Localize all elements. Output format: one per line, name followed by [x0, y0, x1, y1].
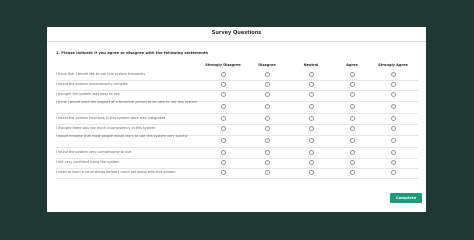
likert-radio[interactable] [349, 125, 355, 131]
statement-label: I felt very confident using the system [56, 160, 120, 164]
row-divider [56, 178, 418, 179]
likert-radio[interactable] [308, 169, 314, 175]
modal-header: Survey Questions [47, 27, 426, 42]
likert-radio[interactable] [349, 137, 355, 143]
row-divider [56, 124, 418, 125]
likert-radio[interactable] [349, 71, 355, 77]
likert-radio[interactable] [390, 71, 396, 77]
survey-modal: Survey Questions 1. Please indicate if y… [47, 27, 426, 212]
statement-label: I think that I would like to use this sy… [56, 72, 146, 76]
likert-radio[interactable] [264, 71, 270, 77]
column-header: Strongly Agree [378, 63, 408, 67]
statement-label: I found the system very cumbersome to us… [56, 150, 132, 154]
statement-label: I found the system unnecessarily complex [56, 82, 128, 86]
likert-radio[interactable] [264, 149, 270, 155]
row-divider [56, 80, 418, 81]
likert-radio[interactable] [349, 91, 355, 97]
column-header: Neutral [303, 63, 319, 67]
likert-radio[interactable] [220, 103, 226, 109]
statement-label: I found the various functions in this sy… [56, 116, 166, 120]
likert-radio[interactable] [349, 81, 355, 87]
likert-radio[interactable] [220, 71, 226, 77]
likert-radio[interactable] [308, 81, 314, 87]
complete-button[interactable]: Complete [390, 193, 422, 203]
likert-radio[interactable] [264, 103, 270, 109]
statement-label: I thought the system was easy to use [56, 92, 120, 96]
likert-radio[interactable] [349, 103, 355, 109]
likert-radio[interactable] [390, 115, 396, 121]
statement-label: I think I would need the support of a te… [56, 100, 198, 104]
column-header: Agree [346, 63, 358, 67]
likert-radio[interactable] [220, 137, 226, 143]
likert-radio[interactable] [390, 159, 396, 165]
likert-radio[interactable] [220, 91, 226, 97]
likert-radio[interactable] [308, 91, 314, 97]
statement-label: I thought there was too much inconsisten… [56, 126, 156, 130]
likert-radio[interactable] [390, 125, 396, 131]
likert-radio[interactable] [308, 115, 314, 121]
likert-radio[interactable] [264, 159, 270, 165]
likert-radio[interactable] [308, 103, 314, 109]
likert-radio[interactable] [390, 169, 396, 175]
likert-radio[interactable] [264, 137, 270, 143]
likert-radio[interactable] [220, 169, 226, 175]
likert-radio[interactable] [308, 125, 314, 131]
likert-radio[interactable] [390, 91, 396, 97]
likert-radio[interactable] [264, 169, 270, 175]
column-header: Strongly Disagree [205, 63, 241, 67]
likert-radio[interactable] [349, 115, 355, 121]
likert-radio[interactable] [308, 149, 314, 155]
statement-label: I need to learn a lot of things before I… [56, 170, 176, 174]
likert-radio[interactable] [349, 149, 355, 155]
likert-radio[interactable] [264, 91, 270, 97]
question-text: 1. Please indicate if you agree or disag… [56, 51, 208, 55]
likert-radio[interactable] [220, 149, 226, 155]
row-divider [56, 147, 418, 148]
row-divider [56, 158, 418, 159]
modal-title: Survey Questions [211, 30, 262, 36]
likert-radio[interactable] [220, 125, 226, 131]
row-divider [56, 168, 418, 169]
likert-radio[interactable] [264, 125, 270, 131]
likert-radio[interactable] [264, 81, 270, 87]
likert-radio[interactable] [308, 159, 314, 165]
statement-label: I would imagine that most people would l… [56, 134, 188, 138]
likert-radio[interactable] [390, 137, 396, 143]
row-divider [56, 113, 418, 114]
likert-radio[interactable] [264, 115, 270, 121]
likert-radio[interactable] [349, 169, 355, 175]
likert-radio[interactable] [220, 159, 226, 165]
likert-radio[interactable] [308, 71, 314, 77]
likert-radio[interactable] [390, 81, 396, 87]
likert-radio[interactable] [390, 149, 396, 155]
column-header: Disagree [258, 63, 276, 67]
likert-radio[interactable] [308, 137, 314, 143]
likert-radio[interactable] [220, 81, 226, 87]
likert-radio[interactable] [390, 103, 396, 109]
row-divider [56, 90, 418, 91]
likert-radio[interactable] [349, 159, 355, 165]
likert-radio[interactable] [220, 115, 226, 121]
